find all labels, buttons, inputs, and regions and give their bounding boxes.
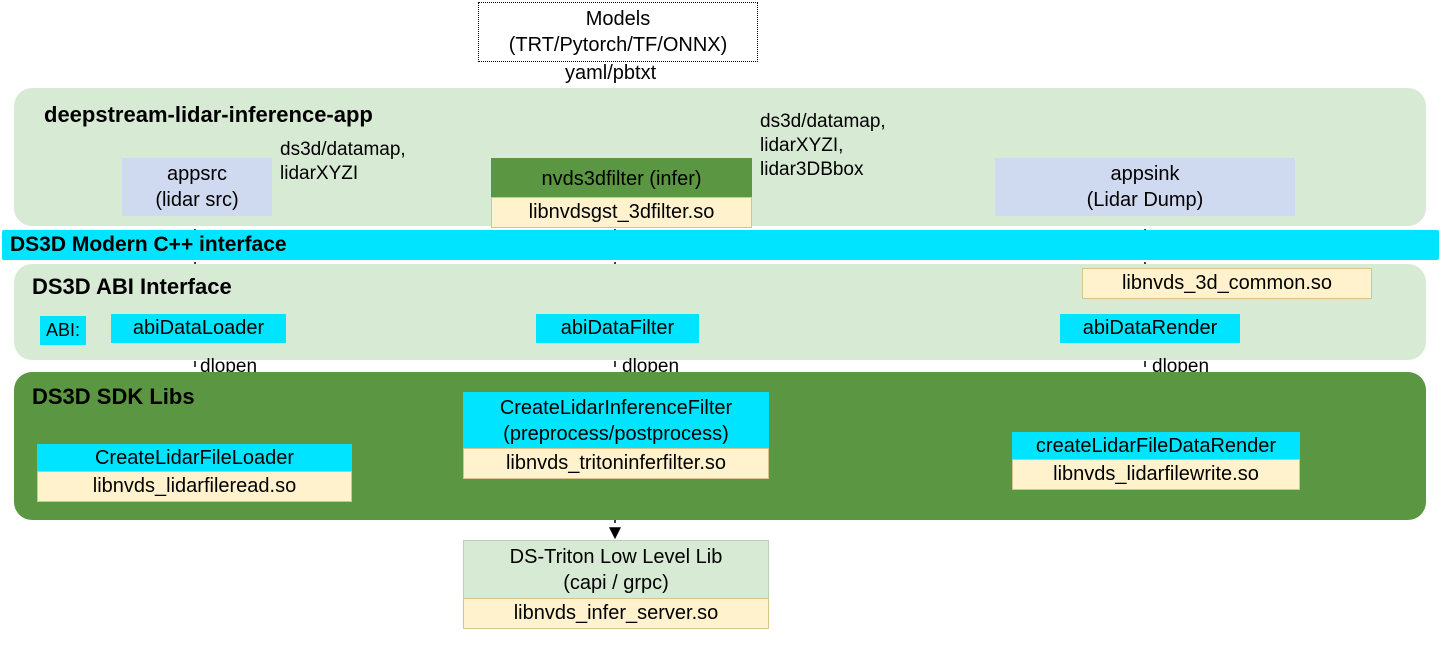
abi-label: ABI:: [40, 316, 86, 345]
render-lib: libnvds_lidarfilewrite.so: [1012, 459, 1300, 490]
filter-lib: libnvdsgst_3dfilter.so: [491, 197, 752, 228]
cpp-interface-bar: DS3D Modern C++ interface: [2, 230, 1439, 260]
filter-title: nvds3dfilter (infer): [541, 168, 701, 190]
loader-fn: CreateLidarFileLoader: [37, 444, 352, 473]
filter-fn2: (preprocess/postprocess): [469, 421, 763, 447]
render-stack: createLidarFileDataRender libnvds_lidarf…: [1012, 432, 1300, 490]
abi-loader: abiDataLoader: [111, 314, 286, 343]
filter-box: nvds3dfilter (infer): [491, 158, 752, 200]
models-sub: (TRT/Pytorch/TF/ONNX): [489, 32, 747, 58]
app-title: deepstream-lidar-inference-app: [44, 102, 373, 128]
filter-lib: libnvds_tritoninferfilter.so: [463, 448, 769, 479]
sdk-title: DS3D SDK Libs: [32, 384, 195, 410]
loader-lib: libnvds_lidarfileread.so: [37, 471, 352, 502]
filter-fn: CreateLidarInferenceFilter (preprocess/p…: [463, 392, 769, 450]
filter-stack: nvds3dfilter (infer) libnvdsgst_3dfilter…: [491, 158, 752, 228]
models-box: Models (TRT/Pytorch/TF/ONNX): [478, 2, 758, 62]
appsink-box: appsink (Lidar Dump): [995, 158, 1295, 216]
triton-line2: (capi / grpc): [472, 570, 760, 596]
loader-stack: CreateLidarFileLoader libnvds_lidarfiler…: [37, 444, 352, 502]
appsrc-line2: (lidar src): [130, 187, 264, 213]
triton-stack: DS-Triton Low Level Lib (capi / grpc) li…: [463, 540, 769, 629]
abi-filter: abiDataFilter: [536, 314, 699, 343]
appsrc-line1: appsrc: [130, 161, 264, 187]
abi-render: abiDataRender: [1060, 314, 1240, 343]
models-title: Models: [489, 6, 747, 32]
filter-fn1: CreateLidarInferenceFilter: [469, 395, 763, 421]
appsrc-box: appsrc (lidar src): [122, 158, 272, 216]
appsink-line2: (Lidar Dump): [1003, 187, 1287, 213]
abi-title: DS3D ABI Interface: [32, 274, 232, 300]
triton-lib: libnvds_infer_server.so: [463, 598, 769, 629]
flow1-label: ds3d/datamap, lidarXYZI: [280, 138, 406, 186]
flow2-label: ds3d/datamap, lidarXYZI, lidar3DBbox: [760, 110, 886, 181]
triton-line1: DS-Triton Low Level Lib: [472, 544, 760, 570]
common-lib: libnvds_3d_common.so: [1082, 268, 1372, 299]
filter-fn-stack: CreateLidarInferenceFilter (preprocess/p…: [463, 392, 769, 479]
triton-box: DS-Triton Low Level Lib (capi / grpc): [463, 540, 769, 600]
render-fn: createLidarFileDataRender: [1012, 432, 1300, 461]
yaml-label: yaml/pbtxt: [565, 62, 656, 85]
appsink-line1: appsink: [1003, 161, 1287, 187]
